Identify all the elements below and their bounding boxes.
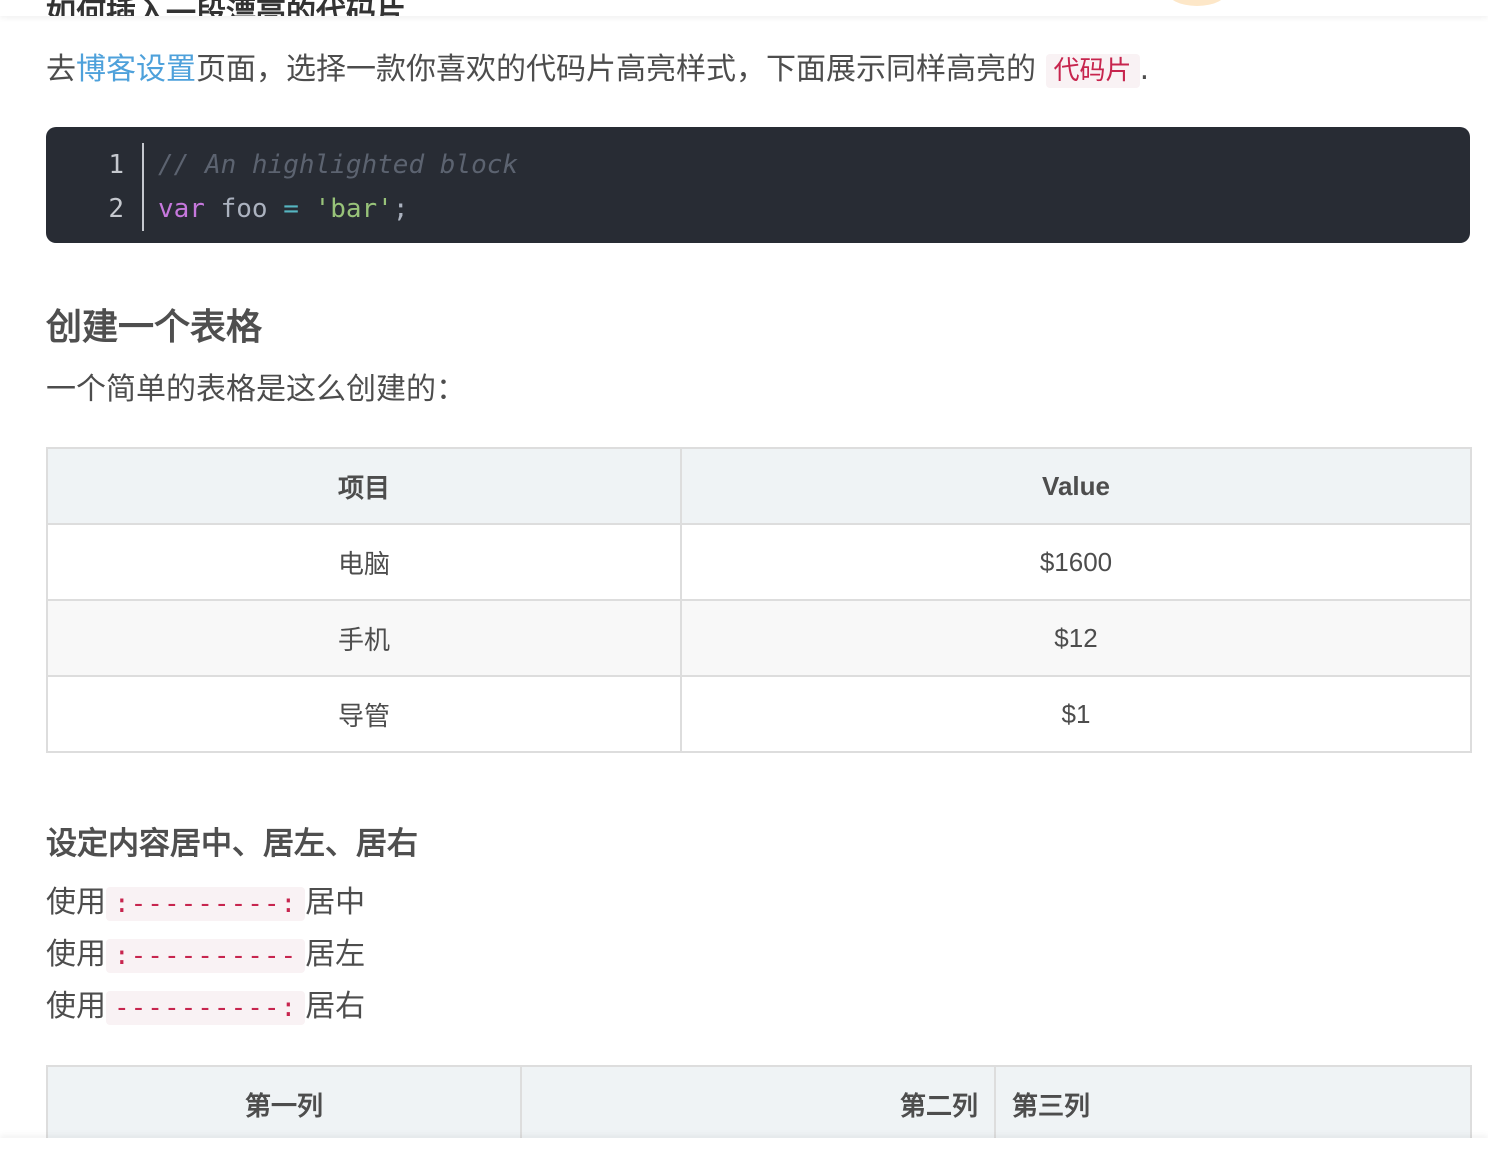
code-line-2: var foo = 'bar'; xyxy=(158,187,518,231)
code-lines: // An highlighted block var foo = 'bar'; xyxy=(158,143,518,231)
table-header-cell: 第一列 xyxy=(46,1065,522,1143)
cut-heading: 如何插入一段漂亮的代码片 xyxy=(46,0,406,16)
table-cell: 电脑 xyxy=(46,523,682,601)
code-line-1: // An highlighted block xyxy=(158,143,518,187)
align-prefix: 使用 xyxy=(46,885,106,920)
alignment-table: 第一列 第二列 第三列 xyxy=(46,1065,1472,1143)
align-suffix: 居右 xyxy=(305,989,366,1024)
intro-suffix: . xyxy=(1139,52,1150,87)
table-header-cell: Value xyxy=(680,447,1472,525)
code-operator: = xyxy=(283,194,299,224)
avatar[interactable] xyxy=(1166,0,1228,6)
code-semicolon: ; xyxy=(392,194,409,224)
inline-code: :---------- xyxy=(106,939,306,973)
inline-code: 代码片 xyxy=(1045,54,1140,88)
top-cut-region: 如何插入一段漂亮的代码片 xyxy=(0,0,1488,16)
simple-table: 项目 Value 电脑 $1600 手机 $12 导管 $1 xyxy=(46,447,1472,753)
align-suffix: 居左 xyxy=(305,937,366,972)
line-number: 2 xyxy=(108,194,124,224)
table-cell: $12 xyxy=(680,599,1472,677)
inline-code: :---------: xyxy=(106,887,306,921)
align-prefix: 使用 xyxy=(46,937,106,972)
line-number: 1 xyxy=(108,150,124,180)
align-line-left: 使用:---------- 居左 xyxy=(46,931,365,980)
intro-paragraph: 去博客设置页面，选择一款你喜欢的代码片高亮样式，下面展示同样高亮的 代码片. xyxy=(46,46,1149,95)
table-cell: 手机 xyxy=(46,599,682,677)
table-header-row: 项目 Value xyxy=(46,447,1472,525)
table-header-row: 第一列 第二列 第三列 xyxy=(46,1065,1472,1143)
table-header-cell: 第二列 xyxy=(520,1065,996,1143)
table-row: 电脑 $1600 xyxy=(46,523,1472,601)
heading-create-table: 创建一个表格 xyxy=(46,307,263,348)
table-cell: 导管 xyxy=(46,675,682,753)
align-prefix: 使用 xyxy=(46,989,106,1024)
table-row: 导管 $1 xyxy=(46,675,1472,753)
code-block: 1 2 // An highlighted block var foo = 'b… xyxy=(46,127,1470,243)
table-cell: $1600 xyxy=(680,523,1472,601)
code-keyword: var xyxy=(158,194,205,224)
bottom-edge xyxy=(0,1138,1488,1165)
align-line-right: 使用 ----------: 居右 xyxy=(46,983,365,1032)
code-string: 'bar' xyxy=(314,194,393,224)
intro-middle: 页面，选择一款你喜欢的代码片高亮样式，下面展示同样高亮的 xyxy=(196,52,1046,87)
line-number-gutter: 1 2 xyxy=(46,143,144,231)
code-comment: // An highlighted block xyxy=(158,150,519,180)
inline-code: ----------: xyxy=(106,991,306,1025)
intro-prefix: 去 xyxy=(46,52,76,87)
table-header-cell: 项目 xyxy=(46,447,682,525)
align-suffix: 居中 xyxy=(305,885,366,920)
table-header-cell: 第三列 xyxy=(994,1065,1472,1143)
code-identifier: foo xyxy=(204,194,284,224)
table-row: 手机 $12 xyxy=(46,599,1472,677)
table-description: 一个简单的表格是这么创建的： xyxy=(46,372,466,407)
blog-settings-link[interactable]: 博客设置 xyxy=(76,52,196,87)
table-cell: $1 xyxy=(680,675,1472,753)
heading-alignment: 设定内容居中、居左、居右 xyxy=(46,826,418,862)
align-line-center: 使用:---------: 居中 xyxy=(46,879,365,928)
